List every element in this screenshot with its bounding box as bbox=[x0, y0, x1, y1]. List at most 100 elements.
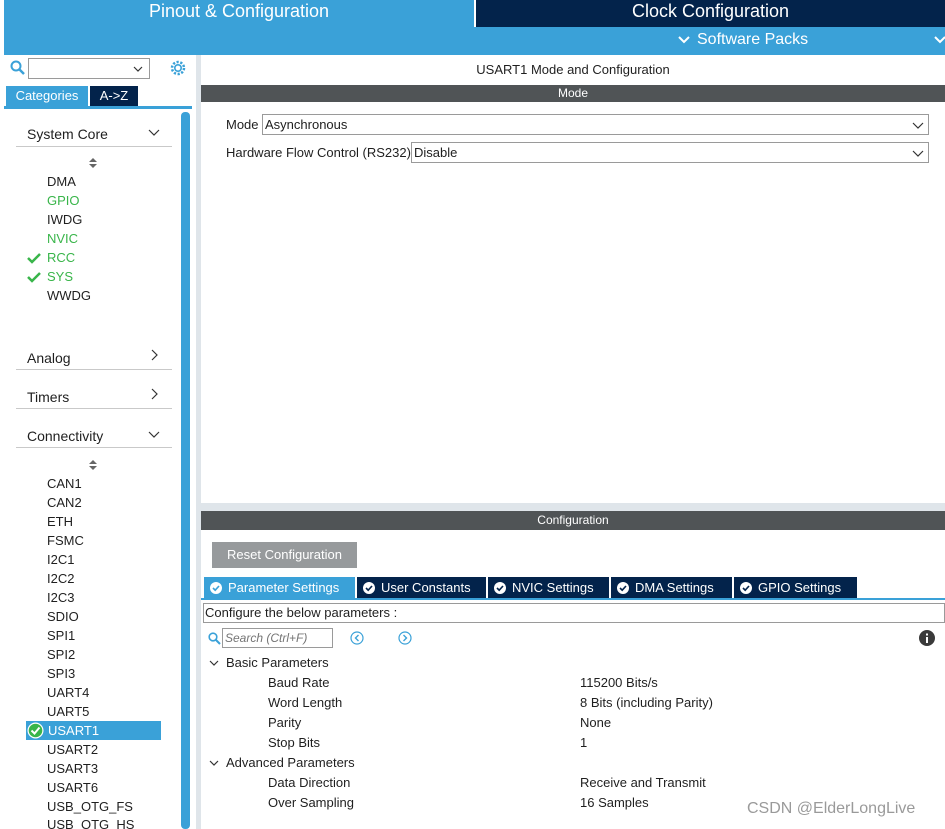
tab-label: User Constants bbox=[381, 580, 471, 595]
category-connectivity[interactable]: Connectivity bbox=[27, 428, 103, 444]
chevron-down-icon[interactable] bbox=[912, 147, 924, 159]
tab-gpio-settings[interactable]: GPIO Settings bbox=[734, 577, 857, 598]
group-basic-parameters[interactable]: Basic Parameters bbox=[226, 655, 329, 670]
next-icon[interactable] bbox=[398, 631, 412, 645]
sidebar-item-gpio[interactable]: GPIO bbox=[47, 193, 80, 208]
scrollbar[interactable] bbox=[181, 112, 190, 829]
sidebar-item-dma[interactable]: DMA bbox=[47, 174, 76, 189]
check-circle-icon bbox=[210, 582, 222, 594]
check-circle-icon bbox=[617, 582, 629, 594]
sidebar-item-nvic[interactable]: NVIC bbox=[47, 231, 78, 246]
chevron-down-icon[interactable] bbox=[912, 119, 924, 131]
chevron-down-icon[interactable] bbox=[932, 32, 945, 48]
param-name: Parity bbox=[268, 715, 302, 730]
configuration-section-header: Configuration bbox=[201, 511, 945, 530]
mode-label: Mode bbox=[226, 117, 259, 132]
search-icon bbox=[208, 632, 221, 645]
panel-splitter[interactable] bbox=[196, 55, 201, 829]
divider bbox=[16, 447, 172, 448]
watermark: CSDN @ElderLongLive bbox=[747, 800, 916, 817]
tab-pinout-configuration[interactable]: Pinout & Configuration bbox=[4, 0, 474, 27]
sidebar-item-usb-otg-hs[interactable]: USB_OTG_HS bbox=[47, 817, 134, 829]
tab-label: Parameter Settings bbox=[228, 580, 340, 595]
previous-icon[interactable] bbox=[350, 631, 364, 645]
param-value[interactable]: 16 Samples bbox=[580, 795, 649, 810]
check-icon bbox=[27, 253, 41, 264]
reset-configuration-button[interactable]: Reset Configuration bbox=[212, 542, 357, 568]
sidebar-item-spi1[interactable]: SPI1 bbox=[47, 628, 75, 643]
chevron-down-icon[interactable] bbox=[209, 658, 219, 668]
sidebar-item-usart6[interactable]: USART6 bbox=[47, 780, 98, 795]
chevron-down-icon[interactable] bbox=[676, 32, 692, 48]
sidebar-item-eth[interactable]: ETH bbox=[47, 514, 73, 529]
sidebar-item-usb-otg-fs[interactable]: USB_OTG_FS bbox=[47, 799, 133, 814]
divider bbox=[4, 106, 192, 109]
sidebar-item-can1[interactable]: CAN1 bbox=[47, 476, 82, 491]
chevron-down-icon[interactable] bbox=[209, 758, 219, 768]
param-name: Baud Rate bbox=[268, 675, 330, 690]
tab-label: GPIO Settings bbox=[758, 580, 842, 595]
search-icon bbox=[10, 60, 25, 75]
tab-label: NVIC Settings bbox=[512, 580, 594, 595]
config-description: Configure the below parameters : bbox=[203, 603, 945, 623]
param-value[interactable]: Receive and Transmit bbox=[580, 775, 706, 790]
chevron-right-icon[interactable] bbox=[148, 349, 160, 361]
tab-clock-configuration[interactable]: Clock Configuration bbox=[476, 0, 945, 27]
categories-view-button[interactable]: Categories bbox=[6, 86, 88, 106]
divider bbox=[16, 408, 172, 409]
sidebar-item-spi3[interactable]: SPI3 bbox=[47, 666, 75, 681]
sidebar-item-label: USART1 bbox=[48, 723, 100, 738]
sidebar-item-i2c1[interactable]: I2C1 bbox=[47, 552, 74, 567]
tab-label: DMA Settings bbox=[635, 580, 714, 595]
sort-icon[interactable] bbox=[88, 157, 98, 169]
mode-select[interactable]: Asynchronous bbox=[262, 114, 929, 135]
sidebar-item-can2[interactable]: CAN2 bbox=[47, 495, 82, 510]
panel-splitter[interactable] bbox=[201, 503, 945, 511]
check-circle-icon bbox=[363, 582, 375, 594]
sidebar-item-sdio[interactable]: SDIO bbox=[47, 609, 79, 624]
check-circle-icon bbox=[494, 582, 506, 594]
param-value[interactable]: 1 bbox=[580, 735, 587, 750]
param-value[interactable]: 8 Bits (including Parity) bbox=[580, 695, 713, 710]
tab-dma-settings[interactable]: DMA Settings bbox=[611, 577, 732, 598]
divider bbox=[16, 369, 172, 370]
sidebar-item-uart4[interactable]: UART4 bbox=[47, 685, 89, 700]
parameter-search-input[interactable] bbox=[222, 628, 333, 648]
param-name: Data Direction bbox=[268, 775, 351, 790]
sidebar-item-usart2[interactable]: USART2 bbox=[47, 742, 98, 757]
sidebar-item-sys[interactable]: SYS bbox=[47, 269, 73, 284]
sidebar-item-spi2[interactable]: SPI2 bbox=[47, 647, 75, 662]
sidebar-item-iwdg[interactable]: IWDG bbox=[47, 212, 82, 227]
param-value[interactable]: None bbox=[580, 715, 611, 730]
az-view-button[interactable]: A->Z bbox=[90, 86, 138, 106]
check-circle-icon bbox=[740, 582, 752, 594]
tab-parameter-settings[interactable]: Parameter Settings bbox=[204, 577, 355, 598]
info-icon[interactable] bbox=[919, 630, 935, 646]
param-name: Word Length bbox=[268, 695, 343, 710]
category-system-core[interactable]: System Core bbox=[27, 126, 108, 142]
mode-section-header: Mode bbox=[201, 85, 945, 102]
param-name: Over Sampling bbox=[268, 795, 354, 810]
chevron-down-icon[interactable] bbox=[132, 63, 144, 75]
sort-icon[interactable] bbox=[88, 459, 98, 471]
chevron-down-icon[interactable] bbox=[148, 428, 160, 440]
gear-icon[interactable] bbox=[168, 58, 188, 78]
tab-user-constants[interactable]: User Constants bbox=[357, 577, 486, 598]
check-icon bbox=[27, 272, 41, 283]
sidebar-item-wwdg[interactable]: WWDG bbox=[47, 288, 91, 303]
sidebar-item-rcc[interactable]: RCC bbox=[47, 250, 75, 265]
software-packs-menu[interactable]: Software Packs bbox=[697, 31, 808, 49]
hardware-flow-control-select[interactable]: Disable bbox=[411, 142, 929, 163]
chevron-down-icon[interactable] bbox=[148, 126, 160, 138]
group-advanced-parameters[interactable]: Advanced Parameters bbox=[226, 755, 355, 770]
sidebar-item-i2c3[interactable]: I2C3 bbox=[47, 590, 74, 605]
param-value[interactable]: 115200 Bits/s bbox=[580, 675, 658, 690]
sidebar-item-i2c2[interactable]: I2C2 bbox=[47, 571, 74, 586]
sidebar-item-fsmc[interactable]: FSMC bbox=[47, 533, 84, 548]
tab-nvic-settings[interactable]: NVIC Settings bbox=[488, 577, 609, 598]
sidebar-item-usart3[interactable]: USART3 bbox=[47, 761, 98, 776]
category-analog[interactable]: Analog bbox=[27, 350, 71, 366]
chevron-right-icon[interactable] bbox=[148, 388, 160, 400]
category-timers[interactable]: Timers bbox=[27, 389, 69, 405]
sidebar-item-uart5[interactable]: UART5 bbox=[47, 704, 89, 719]
